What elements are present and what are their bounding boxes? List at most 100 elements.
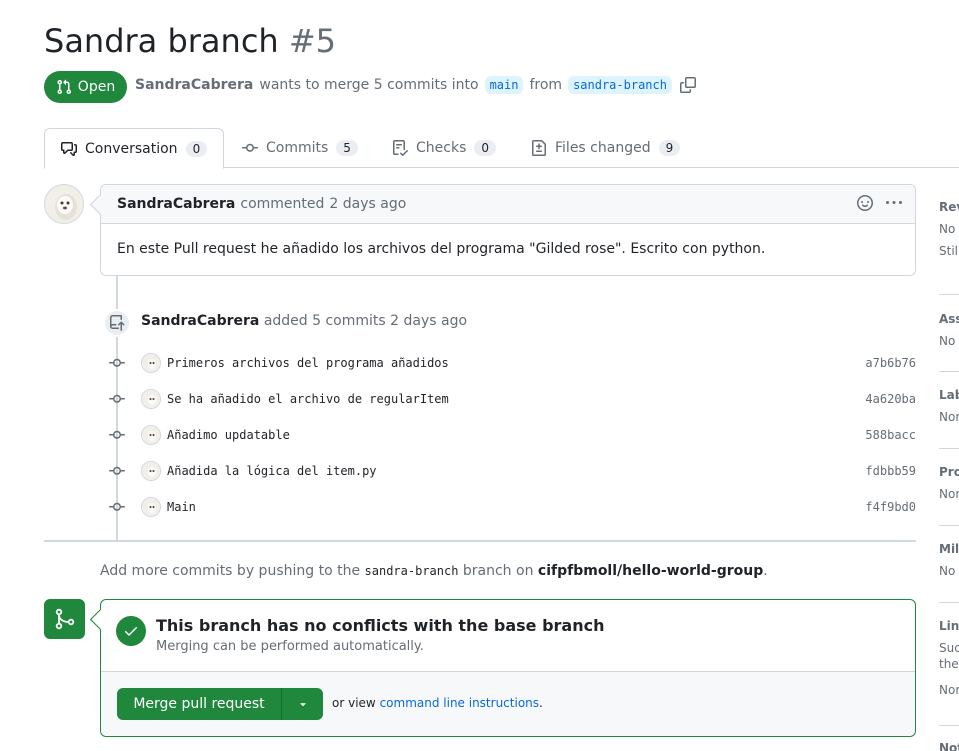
git-commit-icon bbox=[108, 354, 126, 372]
git-pull-request-icon bbox=[57, 79, 71, 95]
sidebar-divider bbox=[939, 725, 959, 726]
sidebar-divider bbox=[939, 602, 959, 603]
state-badge: Open bbox=[44, 71, 127, 103]
comment-time[interactable]: 2 days ago bbox=[329, 196, 406, 212]
comment-action: commented bbox=[240, 196, 325, 212]
commit-sha-link[interactable]: fdbbb59 bbox=[865, 464, 916, 478]
tab-counter: 9 bbox=[658, 140, 681, 156]
sidebar-divider bbox=[939, 371, 959, 372]
comment-options-button[interactable] bbox=[885, 195, 903, 215]
head-branch[interactable]: sandra-branch bbox=[568, 76, 672, 94]
sidebar-reviewers[interactable]: Rev No Stil bbox=[939, 200, 959, 258]
tab-commits[interactable]: Commits 5 bbox=[242, 128, 358, 168]
check-circle-icon bbox=[116, 616, 146, 646]
merge-method-dropdown[interactable] bbox=[282, 688, 323, 720]
smiley-icon bbox=[857, 195, 873, 211]
commit-message-link[interactable]: Main bbox=[167, 500, 196, 514]
commit-row: Se ha añadido el archivo de regularItem … bbox=[108, 381, 916, 417]
kebab-horizontal-icon bbox=[886, 201, 902, 204]
from-text: from bbox=[529, 77, 563, 93]
push-event-author[interactable]: SandraCabrera bbox=[141, 313, 259, 329]
merge-status-title: This branch has no conflicts with the ba… bbox=[156, 616, 605, 635]
comment-author[interactable]: SandraCabrera bbox=[117, 196, 235, 212]
push-hint-middle: branch on bbox=[462, 563, 534, 579]
avatar-image bbox=[45, 185, 83, 223]
command-line-suffix: . bbox=[539, 696, 543, 710]
sidebar-value: Stil bbox=[939, 244, 958, 258]
commit-author-avatar[interactable] bbox=[141, 389, 161, 409]
sidebar-value: No bbox=[939, 564, 956, 578]
file-diff-icon bbox=[532, 140, 546, 156]
tab-conversation[interactable]: Conversation 0 bbox=[44, 128, 225, 169]
commit-sha-link[interactable]: a7b6b76 bbox=[865, 356, 916, 370]
git-merge-icon bbox=[55, 608, 74, 630]
pr-meta: SandraCabrera wants to merge 5 commits i… bbox=[135, 76, 696, 94]
sidebar-value: Nor bbox=[939, 683, 959, 697]
merge-box: This branch has no conflicts with the ba… bbox=[100, 599, 916, 737]
pr-title-text: Sandra branch bbox=[44, 22, 279, 60]
push-hint-suffix: . bbox=[763, 563, 768, 579]
merge-text: wants to merge 5 commits into bbox=[259, 77, 479, 93]
merge-pull-request-button[interactable]: Merge pull request bbox=[117, 688, 282, 720]
sidebar-labels[interactable]: Lab Nor bbox=[939, 388, 959, 424]
comment-actions bbox=[857, 195, 903, 215]
copy-icon bbox=[679, 77, 696, 93]
commit-row: Main f4f9bd0 bbox=[108, 489, 916, 525]
commit-author-avatar[interactable] bbox=[141, 425, 161, 445]
sidebar-value: No bbox=[939, 334, 956, 348]
tab-files-changed[interactable]: Files changed 9 bbox=[531, 128, 681, 168]
commit-row: Añadimo updatable 588bacc bbox=[108, 417, 916, 453]
tab-counter: 0 bbox=[474, 140, 497, 156]
commit-message-link[interactable]: Se ha añadido el archivo de regularItem bbox=[167, 392, 449, 406]
merge-status-badge bbox=[44, 599, 85, 639]
sidebar-value: Nor bbox=[939, 410, 959, 424]
merge-status-subtitle: Merging can be performed automatically. bbox=[156, 639, 424, 654]
push-event-badge bbox=[103, 309, 131, 337]
sidebar-value: Nor bbox=[939, 487, 959, 501]
commit-author-avatar[interactable] bbox=[141, 461, 161, 481]
git-commit-icon bbox=[108, 390, 126, 408]
sidebar-notifications[interactable]: Not bbox=[939, 741, 959, 751]
push-hint-prefix: Add more commits by pushing to the bbox=[100, 563, 361, 579]
push-hint: Add more commits by pushing to the sandr… bbox=[100, 563, 768, 579]
push-event: SandraCabrera added 5 commits 2 days ago bbox=[141, 313, 467, 329]
command-line-instructions-link[interactable]: command line instructions bbox=[380, 696, 539, 710]
merge-button-group: Merge pull request bbox=[117, 688, 323, 720]
commit-sha-link[interactable]: 4a620ba bbox=[865, 392, 916, 406]
commit-message-link[interactable]: Añadida la lógica del item.py bbox=[167, 464, 377, 478]
tab-label: Files changed bbox=[555, 140, 651, 156]
add-reaction-button[interactable] bbox=[857, 195, 873, 215]
state-label: Open bbox=[77, 79, 116, 95]
commit-sha-link[interactable]: f4f9bd0 bbox=[865, 500, 916, 514]
sidebar-label: Ass bbox=[939, 312, 959, 326]
commit-author-avatar[interactable] bbox=[141, 497, 161, 517]
commit-message-link[interactable]: Primeros archivos del programa añadidos bbox=[167, 356, 449, 370]
pr-author-link[interactable]: SandraCabrera bbox=[135, 77, 253, 93]
sidebar-milestone[interactable]: Mil No bbox=[939, 542, 959, 578]
push-event-time[interactable]: 2 days ago bbox=[390, 313, 467, 329]
commit-author-avatar[interactable] bbox=[141, 353, 161, 373]
commit-row: Añadida la lógica del item.py fdbbb59 bbox=[108, 453, 916, 489]
sidebar-assignees[interactable]: Ass No bbox=[939, 312, 959, 348]
sidebar-divider bbox=[939, 448, 959, 449]
tab-label: Conversation bbox=[85, 140, 178, 157]
sidebar-label: Lab bbox=[939, 388, 959, 402]
git-commit-icon bbox=[242, 143, 258, 152]
git-commit-icon bbox=[108, 426, 126, 444]
commit-sha-link[interactable]: 588bacc bbox=[865, 428, 916, 442]
push-hint-branch: sandra-branch bbox=[364, 564, 459, 578]
pr-number: #5 bbox=[288, 22, 337, 60]
sidebar-linked-issues[interactable]: Lin Suc the Nor bbox=[939, 619, 959, 697]
base-branch[interactable]: main bbox=[484, 76, 524, 94]
push-hint-repo: cifpfbmoll/hello-world-group bbox=[537, 563, 764, 579]
avatar[interactable] bbox=[44, 184, 84, 224]
tab-checks[interactable]: Checks 0 bbox=[392, 128, 497, 168]
tab-label: Commits bbox=[266, 140, 329, 156]
commit-message-link[interactable]: Añadimo updatable bbox=[167, 428, 290, 442]
copy-branch-button[interactable] bbox=[679, 77, 696, 93]
sidebar-value: Suc bbox=[939, 641, 959, 655]
sidebar-projects[interactable]: Pro Nor bbox=[939, 465, 959, 501]
sidebar-label: Pro bbox=[939, 465, 959, 479]
comment-discussion-icon bbox=[61, 141, 77, 156]
tab-counter: 0 bbox=[185, 140, 208, 157]
